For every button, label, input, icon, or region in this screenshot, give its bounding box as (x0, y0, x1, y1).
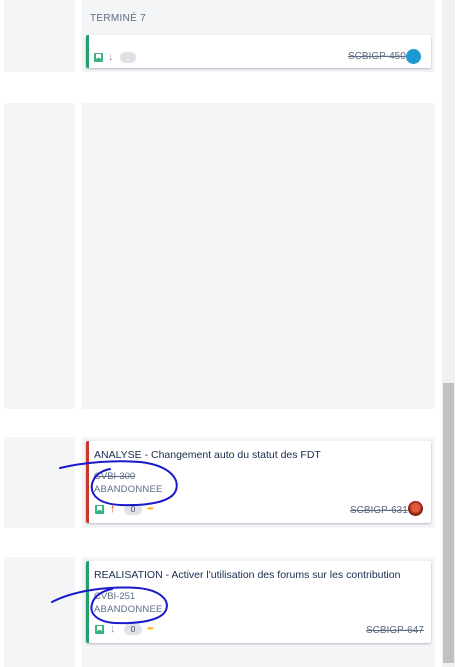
annotation-scribble (51, 460, 178, 625)
